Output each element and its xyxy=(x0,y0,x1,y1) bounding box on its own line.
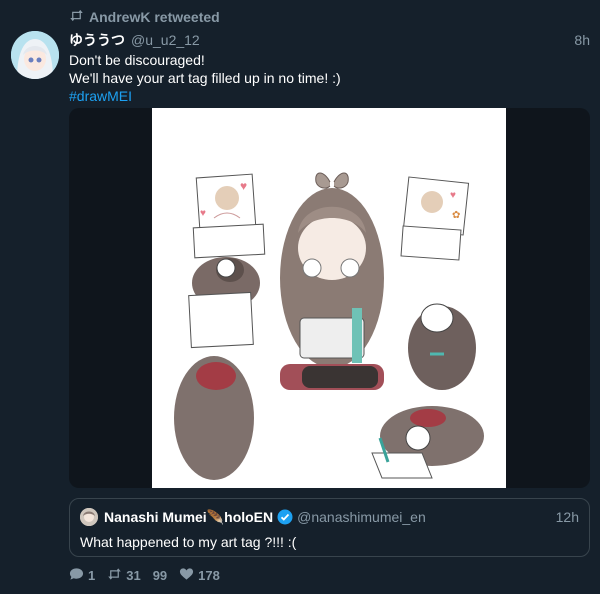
reply-count: 1 xyxy=(88,568,96,583)
quote-button[interactable]: 99 xyxy=(153,568,167,583)
svg-text:✿: ✿ xyxy=(452,210,460,221)
quoted-affiliation[interactable]: holoEN xyxy=(224,509,273,525)
quoted-tweet[interactable]: Nanashi Mumei 🪶 holoEN @nanashimumei_en … xyxy=(69,498,590,557)
heart-icon xyxy=(179,567,194,584)
quoted-timestamp[interactable]: 12h xyxy=(556,509,579,525)
svg-text:♥: ♥ xyxy=(240,179,247,193)
quoted-tweet-header: Nanashi Mumei 🪶 holoEN @nanashimumei_en … xyxy=(80,508,579,526)
timestamp[interactable]: 8h xyxy=(574,32,590,48)
svg-text:♥: ♥ xyxy=(200,208,206,219)
user-handle[interactable]: @u_u2_12 xyxy=(131,32,200,48)
hashtag-link[interactable]: #drawMEI xyxy=(69,87,341,105)
quote-icon: 99 xyxy=(152,568,168,583)
tweet-line: Don't be discouraged! xyxy=(69,52,205,68)
reply-icon xyxy=(69,567,84,584)
artwork-image: ♥ ♥ ♥ ✿ xyxy=(152,108,506,488)
like-button[interactable]: 178 xyxy=(179,567,220,584)
avatar[interactable] xyxy=(11,31,59,79)
like-count: 178 xyxy=(198,568,220,583)
retweet-icon xyxy=(107,567,122,584)
retweeted-by-label[interactable]: AndrewK retweeted xyxy=(89,9,220,25)
retweet-count: 31 xyxy=(126,568,141,583)
tweet-media[interactable]: ♥ ♥ ♥ ✿ xyxy=(69,108,590,488)
quoted-tweet-text: What happened to my art tag ?!!! :( xyxy=(80,534,297,550)
retweet-icon xyxy=(69,9,84,25)
retweet-button[interactable]: 31 xyxy=(107,567,141,584)
quoted-handle[interactable]: @nanashimumei_en xyxy=(297,509,426,525)
tweet-header: ゆううつ @u_u2_12 8h xyxy=(69,30,590,50)
quoted-avatar[interactable] xyxy=(80,508,98,526)
tweet-actions: 1 31 99 178 xyxy=(69,567,232,584)
tweet-line: We'll have your art tag filled up in no … xyxy=(69,70,341,86)
feather-emoji: 🪶 xyxy=(206,508,225,525)
svg-text:♥: ♥ xyxy=(450,190,456,201)
display-name[interactable]: ゆううつ xyxy=(69,30,125,50)
retweet-context: AndrewK retweeted xyxy=(69,9,220,25)
verified-icon xyxy=(277,509,293,525)
reply-button[interactable]: 1 xyxy=(69,567,95,584)
tweet-text: Don't be discouraged! We'll have your ar… xyxy=(69,51,341,105)
quoted-display-name[interactable]: Nanashi Mumei xyxy=(104,509,207,525)
